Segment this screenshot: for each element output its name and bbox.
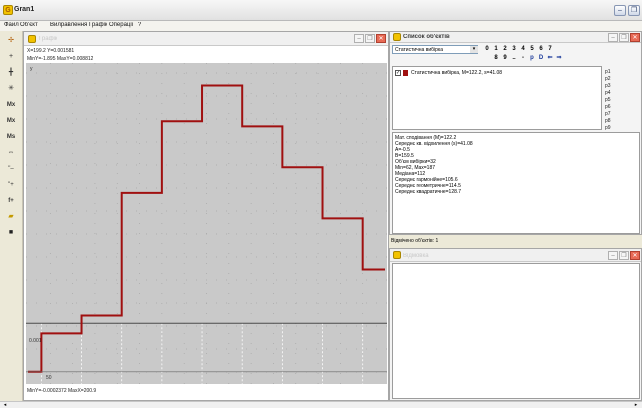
num-button-7[interactable]: 7	[546, 45, 554, 53]
results-window: Відмовка – ❐ ✕	[389, 248, 642, 401]
scroll-right-icon[interactable]: ▸	[633, 402, 639, 408]
menu-item-edit[interactable]: Вилравлення	[50, 22, 87, 28]
num-button-3[interactable]: 3	[510, 45, 518, 53]
p-button[interactable]: p	[528, 54, 536, 62]
y-axis-label: y	[30, 66, 33, 72]
objects-list[interactable]: ✓ Статистична вибірка, M=122.2, s=41.08	[392, 66, 602, 130]
mx-icon[interactable]: Mx	[4, 99, 18, 111]
dots-button[interactable]: ..	[510, 54, 518, 62]
num-button-4[interactable]: 4	[519, 45, 527, 53]
graph-logo-icon	[28, 35, 36, 43]
histogram-step-line	[28, 84, 385, 373]
objects-minimize-button[interactable]: –	[608, 33, 618, 42]
app-logo-icon: G	[3, 5, 13, 15]
graph-window-title: Графік	[39, 36, 58, 42]
d-button[interactable]: D	[537, 54, 545, 62]
title-bar: G Gran1 – ❐	[0, 0, 642, 21]
menu-item-operations[interactable]: Операції	[109, 22, 133, 28]
arrow-right-icon[interactable]: ⇒	[555, 54, 563, 62]
menu-item-graph[interactable]: Графік	[89, 22, 107, 28]
series-color-swatch	[403, 70, 408, 76]
object-type-select[interactable]: Статистична вибірка ▾	[392, 45, 478, 54]
param-item[interactable]: p6	[605, 104, 611, 110]
fx-icon[interactable]: f+	[4, 195, 18, 207]
restore-button[interactable]: ❐	[628, 5, 640, 16]
plus-icon[interactable]: +	[4, 51, 18, 63]
chevron-down-icon[interactable]: ▾	[470, 46, 478, 53]
param-item[interactable]: p9	[605, 125, 611, 131]
dash-button[interactable]: -	[519, 54, 527, 62]
num-button-6[interactable]: 6	[537, 45, 545, 53]
results-restore-button[interactable]: ❐	[619, 251, 629, 260]
open-folder-icon[interactable]: ▰	[4, 211, 18, 223]
mx-sub-icon[interactable]: Mx	[4, 115, 18, 127]
objects-close-button[interactable]: ✕	[630, 33, 640, 42]
results-minimize-button[interactable]: –	[608, 251, 618, 260]
chart-svg	[26, 63, 387, 384]
num-button-9[interactable]: 9	[501, 54, 509, 62]
objects-window-titlebar[interactable]: Список об'єктів – ❐ ✕	[390, 32, 641, 43]
minimize-button[interactable]: –	[614, 5, 626, 16]
results-window-title: Відмовка	[403, 253, 429, 259]
menu-item-file[interactable]: Файл	[4, 22, 19, 28]
x-tick-label: 50	[46, 375, 52, 381]
coords-readout: X=199.2 Y=0.001581	[27, 48, 75, 54]
horizontal-scrollbar[interactable]: ◂ ▸	[0, 401, 642, 408]
object-type-select-value: Статистична вибірка	[395, 47, 444, 53]
minus-cursor-icon[interactable]: "–	[4, 163, 18, 175]
arrow-move-icon[interactable]: ⇔	[4, 147, 18, 159]
menu-bar: Файл Об'єкт Вилравлення Графік Операції …	[0, 21, 642, 31]
stat-line: Середнє квадратичне=128.7	[395, 189, 462, 195]
number-buttons: 0 1 2 3 4 5 6 7 8 9 .. - p D ⇐ ⇒	[483, 45, 563, 65]
parameter-list: p1 p2 p3 p4 p5 p6 p7 p8 p9	[603, 66, 626, 131]
graph-minimize-button[interactable]: –	[354, 34, 364, 43]
ms-icon[interactable]: Ms	[4, 131, 18, 143]
save-icon[interactable]: ■	[4, 227, 18, 239]
num-button-2[interactable]: 2	[501, 45, 509, 53]
graph-window: Графік – ❐ ✕ X=199.2 Y=0.001581 MinY=-1.…	[23, 31, 389, 401]
left-toolbar: ✢ + ╋ ✳ Mx Mx Ms ⇔ "– "+ f+ ▰ ■	[0, 31, 23, 401]
objects-logo-icon	[393, 33, 401, 41]
results-content[interactable]	[392, 263, 640, 399]
param-item[interactable]: p3	[605, 83, 611, 89]
results-close-button[interactable]: ✕	[630, 251, 640, 260]
objects-window: Список об'єктів – ❐ ✕ Статистична вибірк…	[389, 31, 642, 235]
param-item[interactable]: p7	[605, 111, 611, 117]
selection-count: Відмічено об'єктів: 1	[391, 238, 439, 244]
graph-restore-button[interactable]: ❐	[365, 34, 375, 43]
plot-area[interactable]: y 0.001 50	[26, 63, 387, 384]
menu-item-object[interactable]: Об'єкт	[20, 22, 38, 28]
num-button-8[interactable]: 8	[492, 54, 500, 62]
graph-close-button[interactable]: ✕	[376, 34, 386, 43]
asterisk-icon[interactable]: ✳	[4, 83, 18, 95]
param-item[interactable]: p8	[605, 118, 611, 124]
menu-item-help[interactable]: ?	[138, 22, 141, 28]
range-bottom-readout: MinY=-0.0002372 MaxX=200.9	[27, 388, 97, 394]
num-button-1[interactable]: 1	[492, 45, 500, 53]
app-title: Gran1	[14, 6, 35, 13]
num-button-5[interactable]: 5	[528, 45, 536, 53]
param-item[interactable]: p4	[605, 90, 611, 96]
results-logo-icon	[393, 251, 401, 259]
statistics-panel: Мат. сподівання (M)=122.2 Середнє кв. ві…	[392, 132, 640, 234]
objects-window-title: Список об'єктів	[403, 34, 450, 40]
list-item[interactable]: Статистична вибірка, M=122.2, s=41.08	[411, 70, 502, 76]
plus-cursor-icon[interactable]: "+	[4, 179, 18, 191]
pin-icon[interactable]: ✢	[4, 35, 18, 47]
param-item[interactable]: p2	[605, 76, 611, 82]
graph-window-titlebar[interactable]: Графік – ❐ ✕	[24, 32, 388, 46]
y-tick-label: 0.001	[29, 338, 42, 344]
scroll-left-icon[interactable]: ◂	[2, 402, 8, 408]
param-item[interactable]: p5	[605, 97, 611, 103]
range-top-readout: MinY=-1.895 MaxY=0.008812	[27, 56, 94, 62]
selection-status: Відмічено об'єктів: 1	[389, 236, 642, 247]
cross-zoom-icon[interactable]: ╋	[4, 67, 18, 79]
arrow-left-icon[interactable]: ⇐	[546, 54, 554, 62]
list-item-checkbox[interactable]: ✓	[395, 70, 401, 76]
param-item[interactable]: p1	[605, 69, 611, 75]
objects-restore-button[interactable]: ❐	[619, 33, 629, 42]
results-window-titlebar[interactable]: Відмовка – ❐ ✕	[390, 249, 641, 262]
num-button-0[interactable]: 0	[483, 45, 491, 53]
